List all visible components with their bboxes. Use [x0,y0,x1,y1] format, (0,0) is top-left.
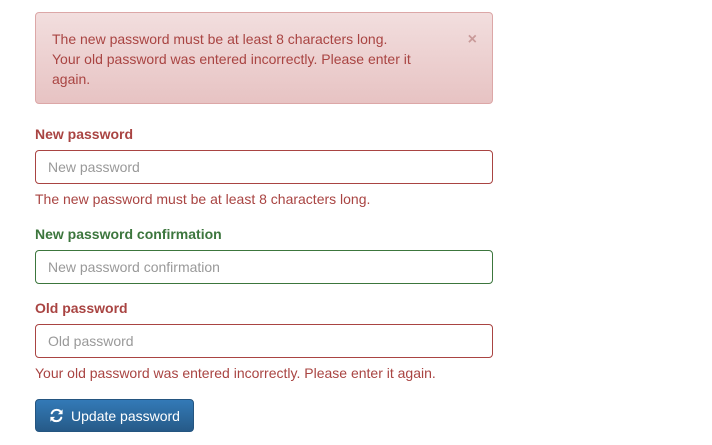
password-form: The new password must be at least 8 char… [35,12,493,432]
old-password-group: Old password Your old password was enter… [35,298,493,383]
update-password-label: Update password [71,407,180,424]
update-password-button[interactable]: Update password [35,399,194,432]
alert-message-old-password: Your old password was entered incorrectl… [52,51,411,87]
old-password-input[interactable] [35,324,493,358]
new-password-error: The new password must be at least 8 char… [35,191,371,207]
confirmation-input[interactable] [35,250,493,284]
confirmation-label: New password confirmation [35,226,222,242]
alert-message-new-password: The new password must be at least 8 char… [52,31,388,47]
confirmation-group: New password confirmation [35,224,493,284]
new-password-group: New password The new password must be at… [35,124,493,209]
old-password-label: Old password [35,300,128,316]
new-password-label: New password [35,126,134,142]
alert-close-button[interactable]: × [468,30,477,50]
new-password-input[interactable] [35,150,493,184]
error-alert: The new password must be at least 8 char… [35,12,493,104]
refresh-icon [49,408,64,423]
old-password-error: Your old password was entered incorrectl… [35,365,436,381]
